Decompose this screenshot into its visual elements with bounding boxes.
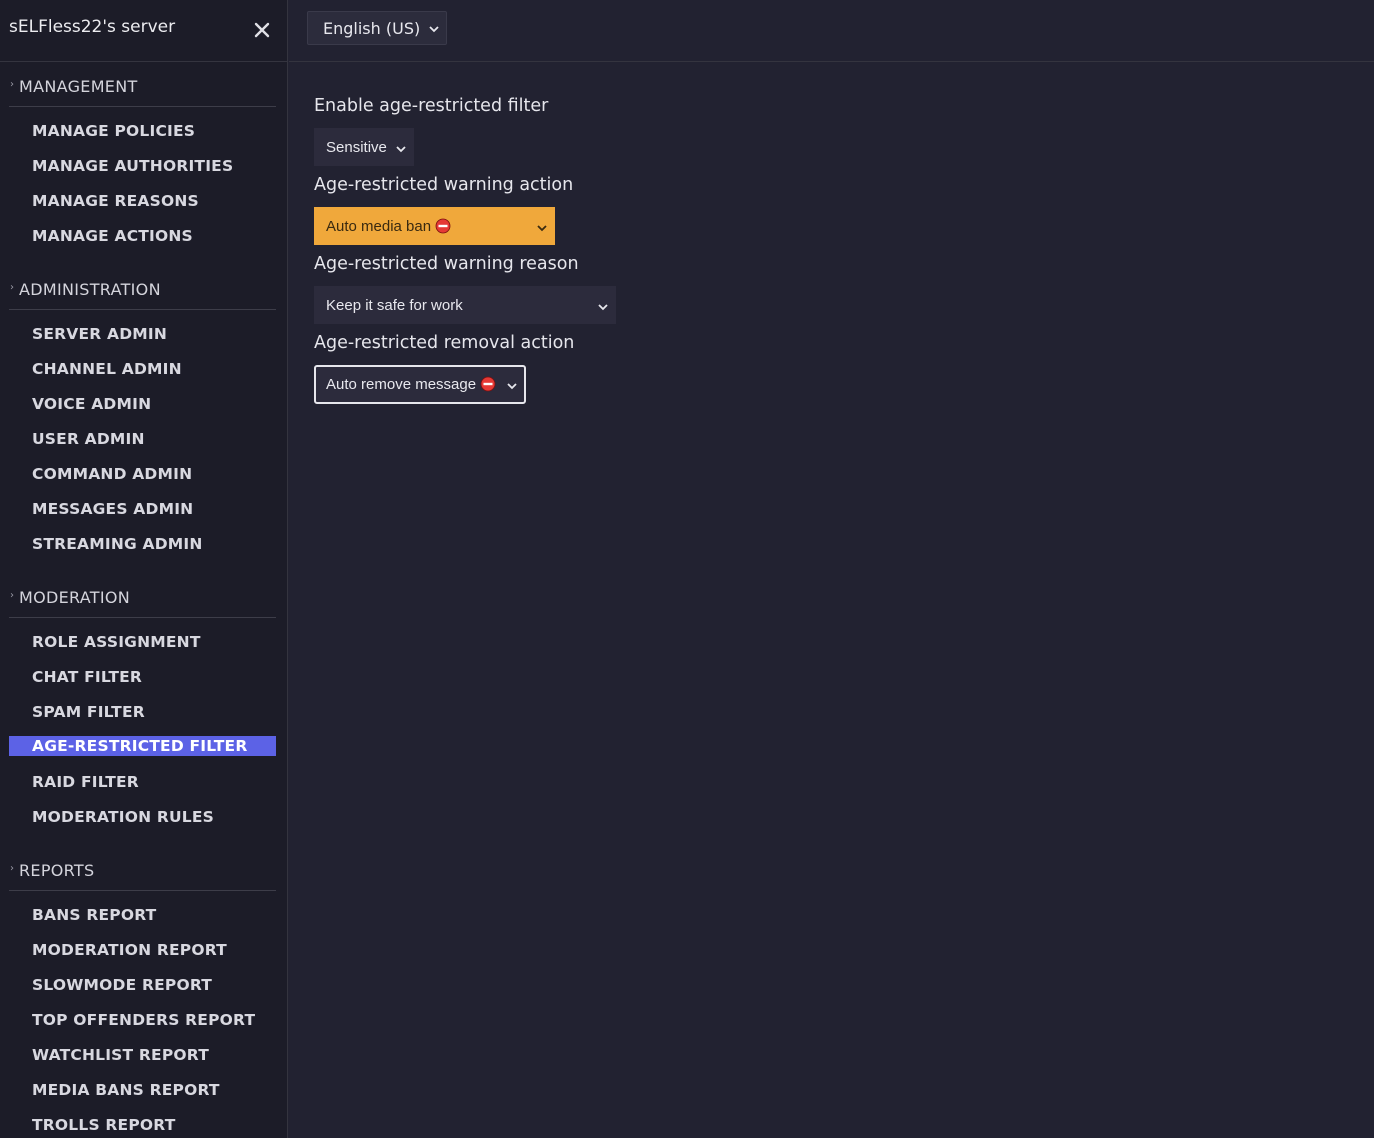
sidebar-item-label: BANS REPORT: [32, 906, 157, 924]
section-header[interactable]: › MODERATION: [9, 573, 276, 618]
language-select[interactable]: English (US): [307, 11, 447, 45]
sidebar-item-label: MODERATION REPORT: [32, 941, 227, 959]
sidebar-item-server-admin[interactable]: SERVER ADMIN: [9, 318, 276, 353]
chevron-down-icon: [536, 221, 548, 233]
sidebar-item-manage-policies[interactable]: MANAGE POLICIES: [9, 115, 276, 150]
section-header[interactable]: › ADMINISTRATION: [9, 265, 276, 310]
chevron-down-icon: [597, 300, 609, 312]
chevron-right-icon: ›: [10, 863, 14, 874]
section-header[interactable]: › MANAGEMENT: [9, 62, 276, 107]
sidebar-item-label: SPAM FILTER: [32, 703, 145, 721]
sidebar-item-streaming-admin[interactable]: STREAMING ADMIN: [9, 528, 276, 563]
stop-icon: [435, 218, 451, 234]
sidebar-item-raid-filter[interactable]: RAID FILTER: [9, 766, 276, 801]
sidebar-item-label: COMMAND ADMIN: [32, 465, 193, 483]
sidebar-item-top-offenders-report[interactable]: TOP OFFENDERS REPORT: [9, 1004, 276, 1039]
warning-reason-value: Keep it safe for work: [326, 297, 463, 314]
section-items: ROLE ASSIGNMENT CHAT FILTER SPAM FILTER AGE…: [0, 618, 287, 846]
sidebar-item-label: SERVER ADMIN: [32, 325, 168, 343]
sidebar-item-chat-filter[interactable]: CHAT FILTER: [9, 661, 276, 696]
sidebar-item-label: ROLE ASSIGNMENT: [32, 633, 201, 651]
section-title: MODERATION: [19, 588, 131, 607]
chevron-right-icon: ›: [10, 282, 14, 293]
sidebar-item-trolls-report[interactable]: TROLLS REPORT: [9, 1109, 276, 1138]
warning-reason-select[interactable]: Keep it safe for work: [314, 286, 616, 324]
top-bar: English (US): [289, 0, 1374, 62]
sidebar-item-command-admin[interactable]: COMMAND ADMIN: [9, 458, 276, 493]
sidebar-item-label: TOP OFFENDERS REPORT: [32, 1011, 256, 1029]
chevron-down-icon: [428, 22, 440, 34]
sidebar-item-label: MANAGE ACTIONS: [32, 227, 193, 245]
sidebar-item-role-assignment[interactable]: ROLE ASSIGNMENT: [9, 626, 276, 661]
sidebar-item-label: TROLLS REPORT: [32, 1116, 176, 1134]
removal-action-value: Auto remove message: [326, 376, 477, 393]
sidebar-section-administration: › ADMINISTRATION SERVER ADMIN CHANNEL ADMIN…: [0, 265, 287, 573]
sidebar-nav: › MANAGEMENT MANAGE POLICIES MANAGE AUTHORI…: [0, 62, 288, 1138]
chevron-down-icon: [506, 379, 518, 391]
warning-action-value: Auto media ban: [326, 218, 432, 235]
sidebar-item-slowmode-report[interactable]: SLOWMODE REPORT: [9, 969, 276, 1004]
sidebar-item-bans-report[interactable]: BANS REPORT: [9, 899, 276, 934]
removal-action-select[interactable]: Auto remove message: [314, 365, 526, 404]
section-items: MANAGE POLICIES MANAGE AUTHORITIES MANAGE …: [0, 107, 287, 265]
sidebar-item-label: STREAMING ADMIN: [32, 535, 203, 553]
sidebar-item-media-bans-report[interactable]: MEDIA BANS REPORT: [9, 1074, 276, 1109]
main-content: Enable age-restricted filter Sensitive A…: [289, 63, 1374, 1138]
sidebar-item-watchlist-report[interactable]: WATCHLIST REPORT: [9, 1039, 276, 1074]
section-header[interactable]: › REPORTS: [9, 846, 276, 891]
sidebar-item-label: MODERATION RULES: [32, 808, 215, 826]
chevron-right-icon: ›: [10, 590, 14, 601]
sidebar-item-spam-filter[interactable]: SPAM FILTER: [9, 696, 276, 731]
section-title: MANAGEMENT: [19, 77, 138, 96]
sidebar-item-manage-authorities[interactable]: MANAGE AUTHORITIES: [9, 150, 276, 185]
sidebar-item-label: MANAGE POLICIES: [32, 122, 196, 140]
section-title: ADMINISTRATION: [19, 280, 161, 299]
sidebar-item-moderation-report[interactable]: MODERATION REPORT: [9, 934, 276, 969]
filter-select-value: Sensitive: [326, 139, 387, 156]
sidebar-item-label: USER ADMIN: [32, 430, 145, 448]
sidebar-item-manage-actions[interactable]: MANAGE ACTIONS: [9, 220, 276, 255]
filter-label: Enable age-restricted filter: [314, 96, 549, 116]
sidebar-section-management: › MANAGEMENT MANAGE POLICIES MANAGE AUTHORI…: [0, 62, 287, 265]
sidebar-item-label: MESSAGES ADMIN: [32, 500, 194, 518]
sidebar-item-label: RAID FILTER: [32, 773, 139, 791]
sidebar-item-label: AGE-RESTRICTED FILTER: [32, 737, 248, 755]
sidebar-section-reports: › REPORTS BANS REPORT MODERATION REPORT SLOW…: [0, 846, 287, 1138]
language-select-value: English (US): [323, 19, 421, 38]
sidebar-header: sELFless22's server: [0, 0, 288, 62]
warning-reason-label: Age-restricted warning reason: [314, 254, 579, 274]
chevron-right-icon: ›: [10, 79, 14, 90]
sidebar-item-label: CHANNEL ADMIN: [32, 360, 182, 378]
sidebar-item-label: CHAT FILTER: [32, 668, 143, 686]
sidebar-item-label: VOICE ADMIN: [32, 395, 152, 413]
removal-action-value-wrap: Auto remove message: [326, 376, 496, 393]
warning-action-value-wrap: Auto media ban: [326, 218, 451, 235]
sidebar-item-voice-admin[interactable]: VOICE ADMIN: [9, 388, 276, 423]
filter-select[interactable]: Sensitive: [314, 128, 414, 166]
section-items: SERVER ADMIN CHANNEL ADMIN VOICE ADMIN USER…: [0, 310, 287, 573]
sidebar-item-label: SLOWMODE REPORT: [32, 976, 213, 994]
sidebar-item-moderation-rules[interactable]: MODERATION RULES: [9, 801, 276, 836]
removal-action-label: Age-restricted removal action: [314, 333, 575, 353]
warning-action-label: Age-restricted warning action: [314, 175, 574, 195]
sidebar-item-channel-admin[interactable]: CHANNEL ADMIN: [9, 353, 276, 388]
sidebar-item-label: WATCHLIST REPORT: [32, 1046, 209, 1064]
sidebar-item-age-restricted-filter[interactable]: AGE-RESTRICTED FILTER: [9, 731, 276, 766]
stop-icon: [480, 376, 496, 392]
sidebar-item-messages-admin[interactable]: MESSAGES ADMIN: [9, 493, 276, 528]
server-name: sELFless22's server: [9, 17, 176, 37]
chevron-down-icon: [395, 142, 407, 154]
sidebar-section-moderation: › MODERATION ROLE ASSIGNMENT CHAT FILTER SPA…: [0, 573, 287, 846]
section-title: REPORTS: [19, 861, 95, 880]
sidebar-item-label: MANAGE AUTHORITIES: [32, 157, 234, 175]
sidebar-item-label: MEDIA BANS REPORT: [32, 1081, 220, 1099]
warning-action-select[interactable]: Auto media ban: [314, 207, 555, 245]
sidebar-item-label: MANAGE REASONS: [32, 192, 199, 210]
section-items: BANS REPORT MODERATION REPORT SLOWMODE REP…: [0, 891, 287, 1138]
sidebar-item-manage-reasons[interactable]: MANAGE REASONS: [9, 185, 276, 220]
sidebar-item-user-admin[interactable]: USER ADMIN: [9, 423, 276, 458]
close-icon[interactable]: [250, 18, 274, 42]
